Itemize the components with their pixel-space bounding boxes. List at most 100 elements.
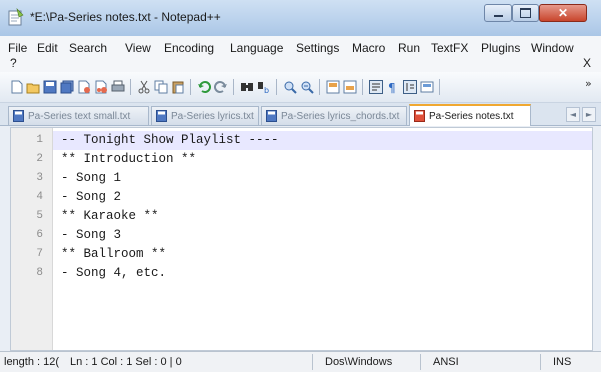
notepadpp-app-icon[interactable] (8, 8, 24, 26)
close-icon: ✕ (557, 6, 569, 20)
editor-line[interactable]: 2 ** Introduction ** (11, 150, 592, 169)
close-document-button[interactable]: X (583, 56, 591, 70)
svg-text:b: b (264, 86, 269, 94)
copy-icon[interactable] (154, 80, 168, 94)
close-window-button[interactable]: ✕ (539, 4, 587, 22)
menu-file[interactable]: File (8, 41, 27, 55)
toolbar-overflow-button[interactable]: » (585, 77, 592, 90)
line-text[interactable]: - Song 4, etc. (61, 266, 166, 280)
minimize-button[interactable] (484, 4, 512, 22)
toolbar: b ¶ » (0, 72, 601, 103)
zoom-in-icon[interactable] (283, 80, 297, 94)
status-divider (312, 354, 313, 370)
line-number: 2 (36, 153, 43, 165)
menu-view[interactable]: View (125, 41, 151, 55)
tab-pa-series-lyrics-chords[interactable]: Pa-Series lyrics_chords.txt (261, 106, 407, 125)
editor-line[interactable]: 3 - Song 1 (11, 169, 592, 188)
paste-icon[interactable] (171, 80, 185, 94)
macro-icon[interactable] (420, 80, 434, 94)
sync-vertical-icon[interactable] (326, 80, 340, 94)
menu-textfx[interactable]: TextFX (431, 41, 468, 55)
status-length: length : 12( (4, 356, 60, 368)
maximize-button[interactable] (512, 4, 539, 22)
menu-encoding[interactable]: Encoding (164, 41, 214, 55)
saved-file-icon (13, 110, 24, 122)
word-wrap-icon[interactable] (369, 80, 383, 94)
text-editor[interactable]: 1 -- Tonight Show Playlist ---- 2 ** Int… (10, 127, 593, 351)
toolbar-separator (439, 79, 440, 95)
toolbar-separator (233, 79, 234, 95)
line-text[interactable]: ** Introduction ** (61, 152, 196, 166)
menu-search[interactable]: Search (69, 41, 107, 55)
editor-line[interactable]: 6 - Song 3 (11, 226, 592, 245)
tab-pa-series-text-small[interactable]: Pa-Series text small.txt (8, 106, 149, 125)
tab-label: Pa-Series lyrics_chords.txt (281, 110, 400, 122)
find-icon[interactable] (240, 80, 254, 94)
close-all-icon[interactable] (94, 80, 108, 94)
tab-scroll-left-button[interactable]: ◄ (566, 107, 580, 122)
line-text[interactable]: ** Ballroom ** (61, 247, 166, 261)
status-encoding: ANSI (433, 356, 459, 368)
tab-scroll-controls: ◄ ► (566, 107, 598, 122)
menu-plugins[interactable]: Plugins (481, 41, 520, 55)
save-icon[interactable] (43, 80, 57, 94)
menu-run[interactable]: Run (398, 41, 420, 55)
cut-icon[interactable] (137, 80, 151, 94)
toolbar-separator (190, 79, 191, 95)
tab-pa-series-notes[interactable]: Pa-Series notes.txt (409, 104, 531, 126)
menu-bar: File Edit Search View Encoding Language … (0, 36, 601, 72)
menu-settings[interactable]: Settings (296, 41, 339, 55)
line-number: 6 (36, 229, 43, 241)
tab-scroll-right-button[interactable]: ► (582, 107, 596, 122)
tab-label: Pa-Series lyrics.txt (171, 110, 254, 122)
menu-window[interactable]: Window (531, 41, 574, 55)
menu-edit[interactable]: Edit (37, 41, 58, 55)
toolbar-separator (130, 79, 131, 95)
editor-line[interactable]: 1 -- Tonight Show Playlist ---- (11, 131, 592, 150)
zoom-out-icon[interactable] (300, 80, 314, 94)
saved-file-icon (156, 110, 167, 122)
editor-line[interactable]: 4 - Song 2 (11, 188, 592, 207)
line-text[interactable]: -- Tonight Show Playlist ---- (61, 133, 279, 147)
show-all-chars-icon[interactable]: ¶ (386, 80, 400, 94)
line-text[interactable]: - Song 3 (61, 228, 121, 242)
tab-label: Pa-Series text small.txt (28, 110, 131, 122)
toolbar-separator (276, 79, 277, 95)
sync-horizontal-icon[interactable] (343, 80, 357, 94)
window-title: *E:\Pa-Series notes.txt - Notepad++ (30, 10, 221, 24)
line-number: 8 (36, 267, 43, 279)
line-number: 4 (36, 191, 43, 203)
status-divider (540, 354, 541, 370)
tab-pa-series-lyrics[interactable]: Pa-Series lyrics.txt (151, 106, 259, 125)
line-number: 3 (36, 172, 43, 184)
status-position: Ln : 1 Col : 1 Sel : 0 | 0 (70, 356, 182, 368)
line-number: 5 (36, 210, 43, 222)
tab-bar: Pa-Series text small.txt Pa-Series lyric… (0, 103, 601, 126)
editor-line[interactable]: 8 - Song 4, etc. (11, 264, 592, 283)
menu-macro[interactable]: Macro (352, 41, 385, 55)
indent-guide-icon[interactable] (403, 80, 417, 94)
redo-icon[interactable] (214, 80, 228, 94)
new-file-icon[interactable] (10, 80, 24, 94)
menu-language[interactable]: Language (230, 41, 283, 55)
toolbar-separator (319, 79, 320, 95)
tab-label: Pa-Series notes.txt (429, 110, 514, 122)
undo-icon[interactable] (197, 80, 211, 94)
status-divider (420, 354, 421, 370)
maximize-icon (520, 8, 531, 18)
status-bar: length : 12( Ln : 1 Col : 1 Sel : 0 | 0 … (0, 351, 601, 372)
editor-line[interactable]: 7 ** Ballroom ** (11, 245, 592, 264)
menu-help[interactable]: ? (10, 56, 17, 70)
save-all-icon[interactable] (60, 80, 74, 94)
line-text[interactable]: ** Karaoke ** (61, 209, 159, 223)
editor-line[interactable]: 5 ** Karaoke ** (11, 207, 592, 226)
line-text[interactable]: - Song 2 (61, 190, 121, 204)
open-file-icon[interactable] (26, 80, 40, 94)
saved-file-icon (266, 110, 277, 122)
title-bar[interactable]: *E:\Pa-Series notes.txt - Notepad++ ✕ (0, 0, 601, 37)
replace-icon[interactable]: b (257, 80, 271, 94)
print-icon[interactable] (111, 80, 125, 94)
status-eol-format: Dos\Windows (325, 356, 393, 368)
line-text[interactable]: - Song 1 (61, 171, 121, 185)
close-doc-icon[interactable] (77, 80, 91, 94)
